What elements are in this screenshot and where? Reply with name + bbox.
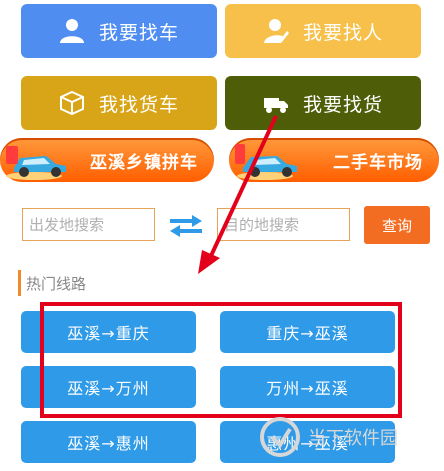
find-people-label: 我要找人 [302,21,383,44]
used-car-market-label: 二手车市场 [333,152,423,173]
section-title-text: 热门线路 [26,274,87,293]
driver-icon [263,18,289,44]
town-carpool-banner[interactable]: 巫溪乡镇拼车 [0,138,214,182]
query-button[interactable]: 查询 [364,206,430,244]
section-bar [18,270,21,296]
find-people-button[interactable]: 我要找人 [225,4,421,58]
query-label: 查询 [381,216,412,235]
find-truck-label: 我找货车 [98,93,179,116]
person-icon [59,18,85,44]
car-icon [6,146,66,180]
find-cargo-label: 我要找货 [302,93,383,116]
car-icon [235,144,297,180]
find-truck-button[interactable]: 我找货车 [21,76,217,130]
destination-search-input[interactable]: 目的地搜索 [217,208,350,241]
destination-placeholder: 目的地搜索 [224,216,300,234]
used-car-market-banner[interactable]: 二手车市场 [229,138,439,182]
watermark: 当下软件园 [258,404,444,470]
section-title: 热门线路 [18,268,168,298]
departure-search-input[interactable]: 出发地搜索 [22,208,155,241]
swap-icon[interactable] [166,213,206,239]
departure-placeholder: 出发地搜索 [29,216,105,234]
find-cargo-button[interactable]: 我要找货 [225,76,421,130]
watermark-text: 当下软件园 [308,428,398,449]
highlight-box [40,302,402,418]
box-icon [59,90,85,116]
town-carpool-label: 巫溪乡镇拼车 [90,152,198,173]
truck-icon [263,90,289,116]
route-wuxi-huizhou[interactable]: 巫溪→惠州 [21,421,196,463]
find-car-label: 我要找车 [98,21,179,44]
watermark-logo-icon [260,417,300,457]
route-label: 巫溪→惠州 [67,434,150,453]
find-car-button[interactable]: 我要找车 [21,4,217,58]
